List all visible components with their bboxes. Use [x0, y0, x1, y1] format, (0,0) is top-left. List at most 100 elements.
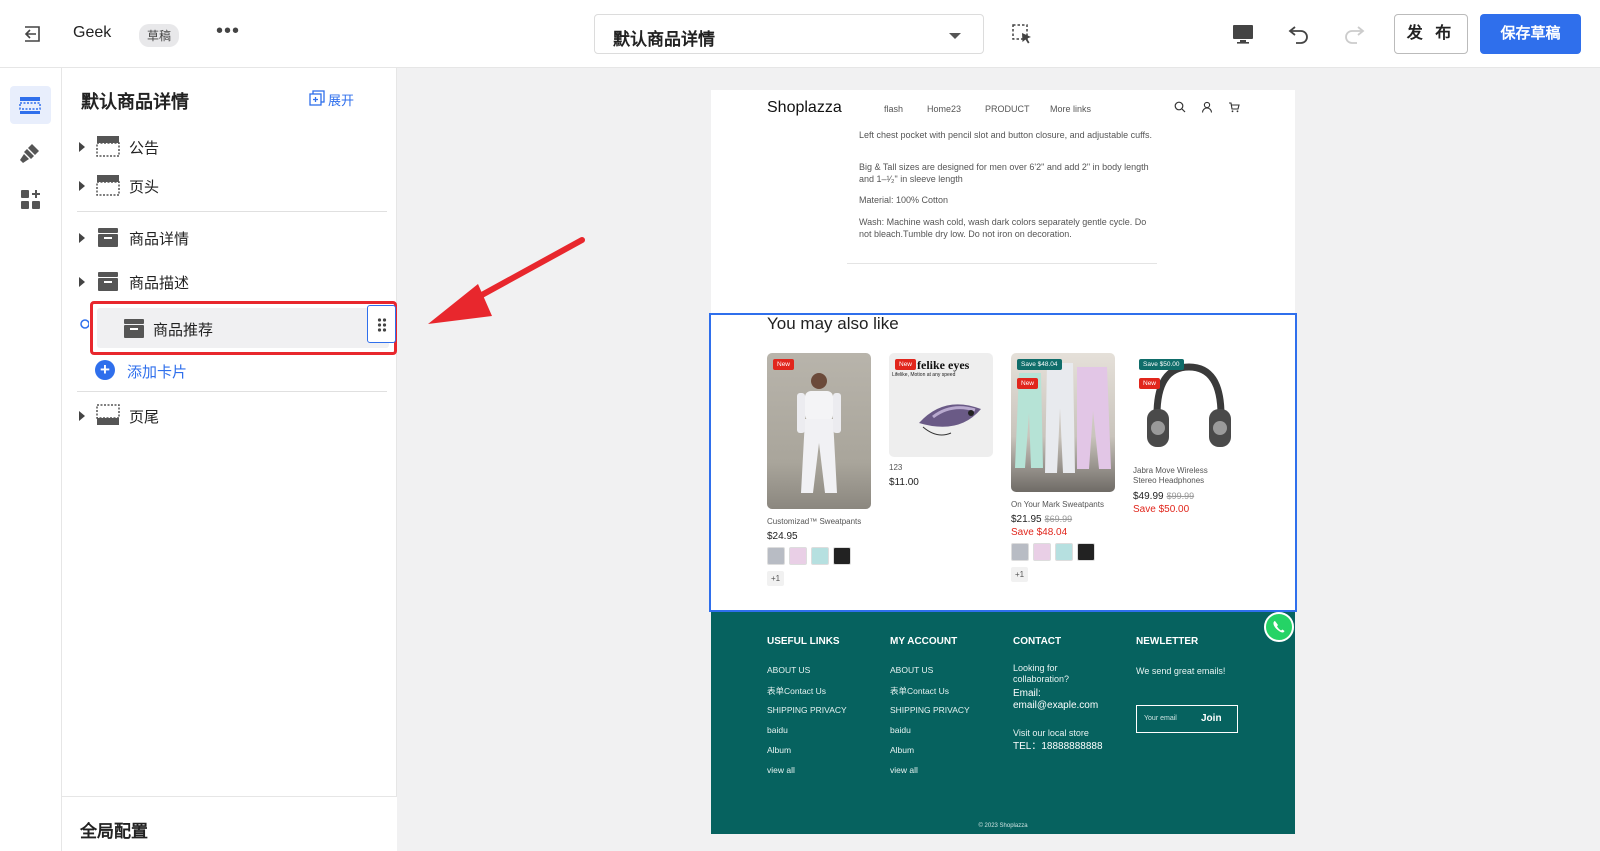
footer-link[interactable]: Album [767, 745, 791, 755]
swatch[interactable] [1011, 543, 1029, 561]
product-old-price: $99.99 [1166, 491, 1195, 501]
nav-link[interactable]: PRODUCT [985, 104, 1030, 114]
footer-link[interactable]: ABOUT US [767, 665, 810, 675]
store-logo[interactable]: Shoplazza [767, 99, 842, 117]
nav-link[interactable]: More links [1050, 104, 1091, 114]
account-icon[interactable] [1201, 101, 1213, 113]
contact-email[interactable]: email@exaple.com [1013, 700, 1098, 711]
section-announcement[interactable]: 公告 [77, 131, 387, 163]
store-footer: USEFUL LINKS ABOUT US 表单Contact Us SHIPP… [711, 612, 1295, 834]
product-save-amount: Save $48.04 [1011, 527, 1068, 538]
undo-icon[interactable] [1287, 22, 1311, 46]
swatch[interactable] [789, 547, 807, 565]
footer-link[interactable]: view all [890, 765, 918, 775]
caret-right-icon[interactable] [79, 233, 85, 243]
sweatpants-group-image [1015, 363, 1111, 473]
copyright: © 2023 Shoplazza [978, 823, 1028, 829]
section-header[interactable]: 页头 [77, 170, 387, 202]
save-tag: Save $50.00 [1139, 359, 1184, 370]
footer-link[interactable]: baidu [767, 725, 788, 735]
store-preview: Shoplazza flash Home23 PRODUCT More link… [709, 90, 1297, 834]
cart-icon[interactable] [1228, 101, 1240, 113]
footer-link[interactable]: Album [890, 745, 914, 755]
nav-link[interactable]: flash [884, 104, 903, 114]
product-image[interactable] [767, 353, 871, 509]
footer-heading: USEFUL LINKS [767, 636, 840, 647]
save-tag: Save $48.04 [1017, 359, 1062, 370]
product-name[interactable]: 123 [889, 463, 902, 473]
add-card-label: 添加卡片 [127, 364, 188, 381]
caret-right-icon[interactable] [79, 277, 85, 287]
footer-link[interactable]: baidu [890, 725, 911, 735]
highlight-annotation-box [90, 301, 397, 355]
product-price-value: $49.99 [1133, 491, 1164, 502]
footer-link[interactable]: view all [767, 765, 795, 775]
product-image[interactable] [1011, 353, 1115, 492]
desktop-view-icon[interactable] [1231, 22, 1255, 46]
contact-tel: TEL：18888888888 [1013, 741, 1103, 752]
section-label: 商品描述 [129, 275, 190, 292]
more-swatches[interactable]: +1 [767, 571, 785, 586]
footer-link[interactable]: 表单Contact Us [767, 685, 826, 697]
template-select[interactable]: 默认商品详情 [594, 14, 984, 54]
save-draft-button[interactable]: 保存草稿 [1480, 14, 1581, 54]
footer-link[interactable]: SHIPPING PRIVACY [890, 705, 970, 715]
caret-right-icon[interactable] [79, 142, 85, 152]
product-name[interactable]: On Your Mark Sweatpants [1011, 500, 1104, 510]
section-footer[interactable]: 页尾 [77, 400, 387, 432]
product-name[interactable]: Jabra Move Wireless Stereo Headphones [1133, 466, 1225, 486]
annotation-arrow-icon [428, 237, 585, 324]
expand-icon[interactable] [309, 90, 325, 106]
footer-section-icon [96, 404, 120, 425]
top-toolbar: Geek 草稿 ••• 默认商品详情 发 布 保存草稿 [0, 0, 1600, 68]
swatch[interactable] [1033, 543, 1051, 561]
sections-tab[interactable] [10, 86, 51, 124]
email-placeholder: Your email [1144, 715, 1177, 722]
redo-icon[interactable] [1342, 22, 1366, 46]
swatch[interactable] [833, 547, 851, 565]
newsletter-email-input[interactable]: Your email Join [1136, 705, 1238, 733]
expand-button[interactable]: 展开 [328, 90, 354, 109]
more-swatches[interactable]: +1 [1011, 567, 1029, 582]
publish-button[interactable]: 发 布 [1394, 14, 1468, 54]
apps-tab[interactable] [10, 180, 51, 218]
footer-link[interactable]: ABOUT US [890, 665, 933, 675]
footer-heading: NEWLETTER [1136, 636, 1199, 647]
select-element-icon[interactable] [1010, 22, 1034, 46]
theme-style-tab[interactable] [10, 134, 51, 172]
more-options-icon[interactable]: ••• [216, 20, 240, 43]
image-headline: felike eyes [917, 358, 970, 372]
swatch[interactable] [1077, 543, 1095, 561]
swatch[interactable] [811, 547, 829, 565]
footer-link[interactable]: SHIPPING PRIVACY [767, 705, 847, 715]
new-tag: New [1139, 378, 1161, 389]
header-section-icon [96, 175, 120, 196]
footer-heading: CONTACT [1013, 636, 1062, 647]
global-settings[interactable]: 全局配置 [62, 796, 397, 851]
swatch[interactable] [1055, 543, 1073, 561]
drag-handle[interactable] [367, 305, 396, 343]
footer-link[interactable]: 表单Contact Us [890, 685, 949, 697]
section-product-detail[interactable]: 商品详情 [77, 222, 387, 254]
template-select-value: 默认商品详情 [613, 30, 715, 49]
nav-link[interactable]: Home23 [927, 104, 961, 114]
contact-email-label: Email: [1013, 688, 1041, 699]
caret-right-icon[interactable] [79, 181, 85, 191]
layout-icon [19, 97, 41, 114]
product-save-amount: Save $50.00 [1133, 504, 1190, 515]
store-name: Geek [73, 24, 112, 41]
search-icon[interactable] [1174, 101, 1186, 113]
add-card-button[interactable]: + 添加卡片 [95, 358, 295, 382]
sweatpants-model-image [797, 373, 841, 493]
product-name[interactable]: Customizad™ Sweatpants [767, 517, 861, 527]
section-product-description[interactable]: 商品描述 [77, 266, 387, 298]
join-button[interactable]: Join [1201, 713, 1222, 724]
whatsapp-icon[interactable] [1264, 612, 1294, 642]
caret-right-icon[interactable] [79, 411, 85, 421]
recommendation-title: You may also like [767, 314, 899, 333]
phone-icon [1273, 621, 1285, 633]
swatch[interactable] [767, 547, 785, 565]
product-price-value: $21.95 [1011, 514, 1042, 525]
exit-icon[interactable] [22, 24, 42, 44]
section-label: 页尾 [129, 409, 160, 426]
